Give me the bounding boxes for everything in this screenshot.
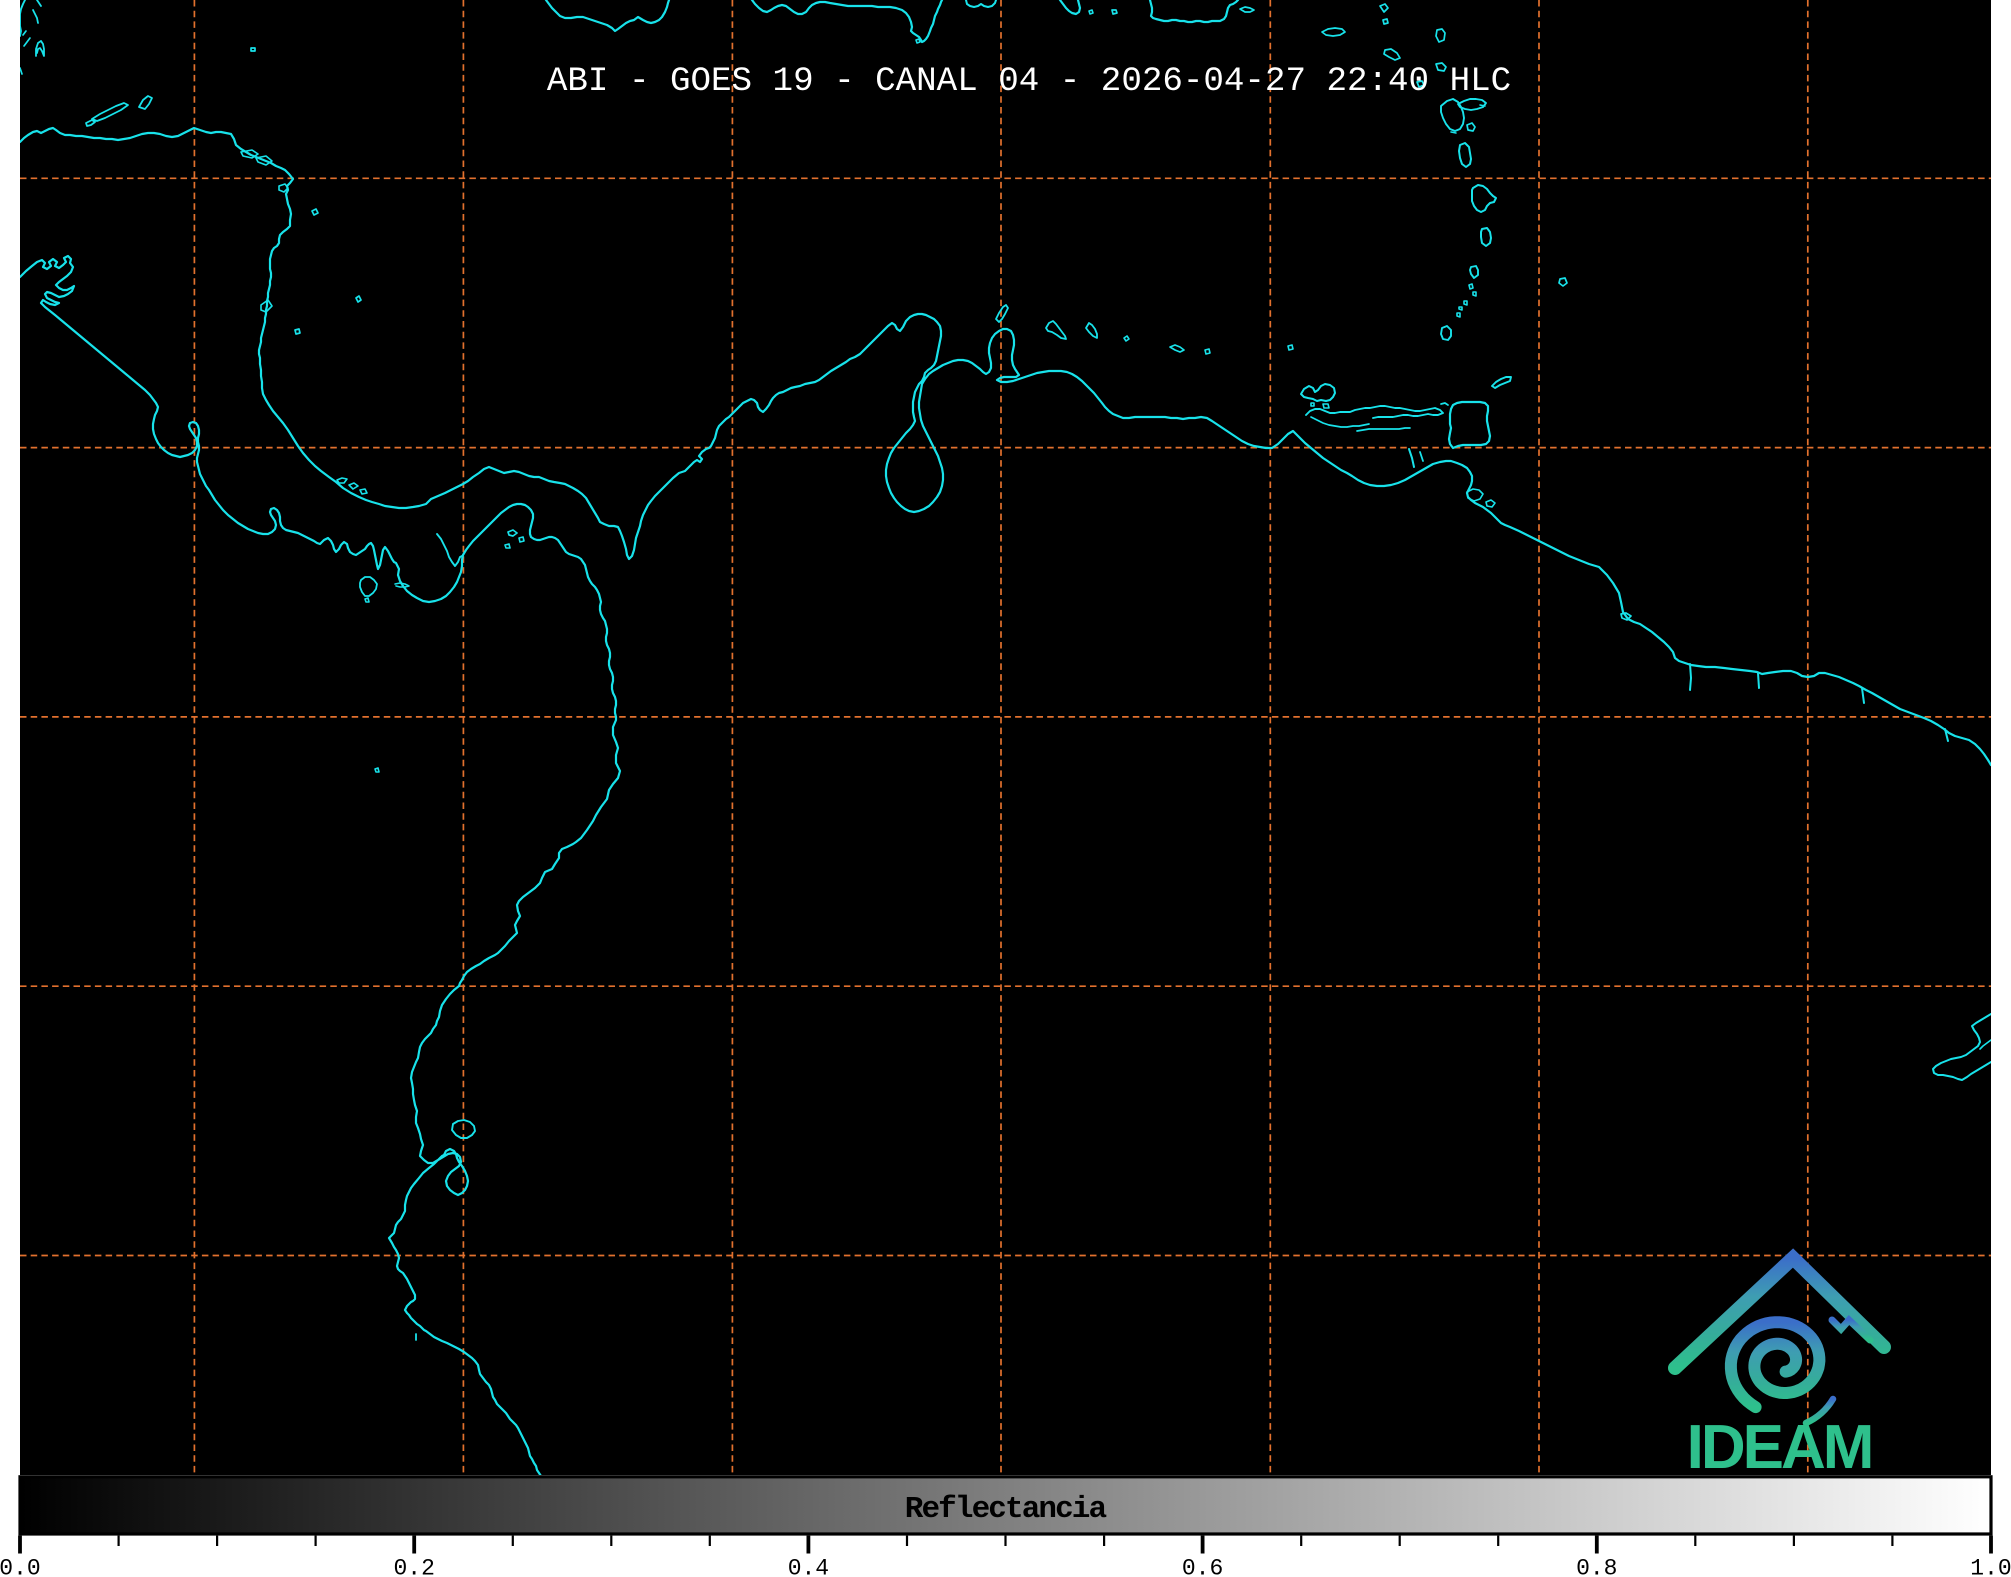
svg-text:0.8: 0.8 xyxy=(1576,1556,1617,1577)
svg-text:0.6: 0.6 xyxy=(1182,1556,1223,1577)
svg-text:0.0: 0.0 xyxy=(0,1556,41,1577)
svg-text:Reflectancia: Reflectancia xyxy=(905,1492,1107,1527)
svg-text:1.0: 1.0 xyxy=(1970,1556,2011,1577)
svg-text:ABI - GOES 19 - CANAL 04 - 202: ABI - GOES 19 - CANAL 04 - 2026-04-27 22… xyxy=(547,63,1511,101)
svg-text:0.4: 0.4 xyxy=(788,1556,829,1577)
svg-text:IDEAM: IDEAM xyxy=(1687,1413,1872,1482)
svg-text:0.2: 0.2 xyxy=(393,1556,434,1577)
